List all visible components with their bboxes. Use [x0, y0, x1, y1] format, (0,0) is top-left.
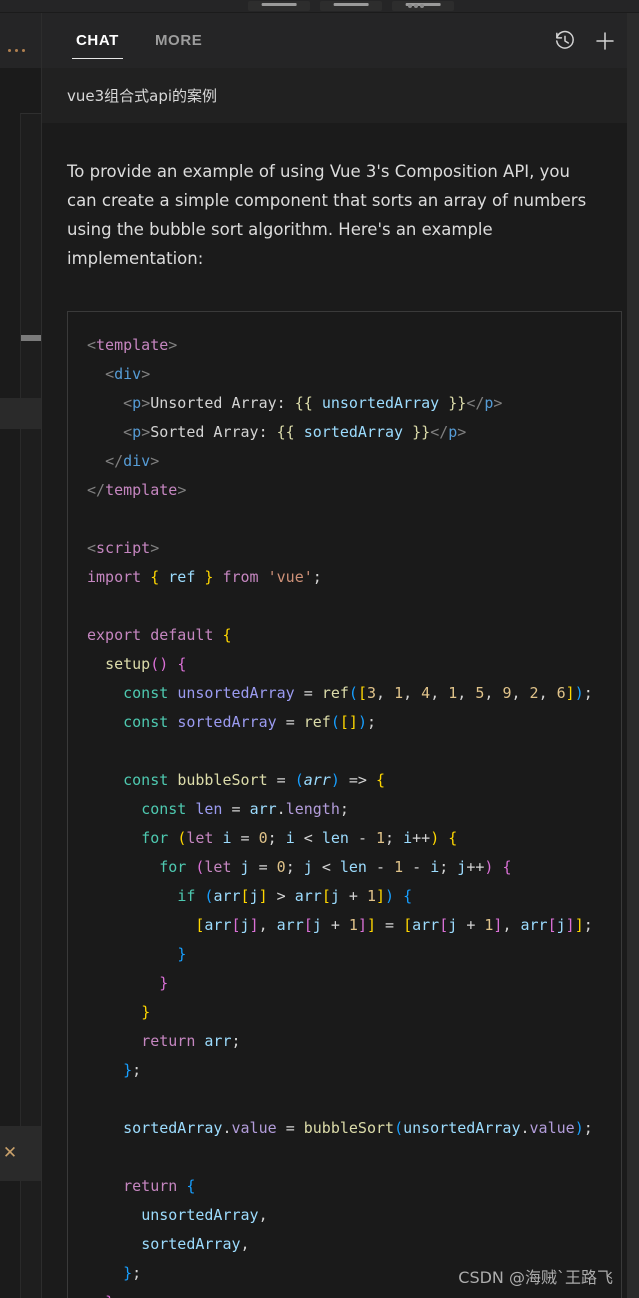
assistant-answer-body: To provide an example of using Vue 3's C… [42, 123, 628, 1298]
app-window: ✕ CHAT MORE vue3组合式api的案例 To provide an … [0, 0, 639, 1298]
chat-tab-list: CHAT MORE [42, 13, 211, 68]
code-block[interactable]: <template> <div> <p>Unsorted Array: {{ u… [67, 311, 622, 1298]
chat-header-actions [552, 13, 618, 68]
new-chat-icon[interactable] [592, 28, 618, 54]
chat-header: CHAT MORE [42, 13, 628, 68]
top-ghost-control-1 [248, 1, 310, 11]
tab-chat[interactable]: CHAT [67, 13, 128, 68]
top-ghost-control-2 [320, 1, 382, 11]
left-background-panel [20, 113, 41, 1298]
left-panel-highlighted-row[interactable] [0, 398, 41, 429]
answer-paragraph: To provide an example of using Vue 3's C… [67, 162, 587, 268]
user-question-row[interactable]: vue3组合式api的案例 [42, 68, 628, 123]
tab-more[interactable]: MORE [146, 13, 211, 68]
user-question-text: vue3组合式api的案例 [67, 87, 218, 105]
close-icon[interactable]: ✕ [1, 1144, 19, 1162]
chat-panel: CHAT MORE vue3组合式api的案例 To provide an ex… [41, 13, 628, 1298]
left-panel-scrollbar[interactable] [21, 335, 41, 341]
history-icon[interactable] [552, 28, 578, 54]
left-rail: ✕ [0, 13, 41, 1298]
more-actions-icon[interactable] [8, 49, 28, 55]
code-content: <template> <div> <p>Unsorted Array: {{ u… [87, 336, 593, 1298]
left-rail-header [0, 13, 41, 68]
top-overflow-dots-icon [408, 3, 430, 10]
chat-panel-scrollbar[interactable] [627, 13, 639, 1298]
editor-top-strip [0, 0, 639, 13]
